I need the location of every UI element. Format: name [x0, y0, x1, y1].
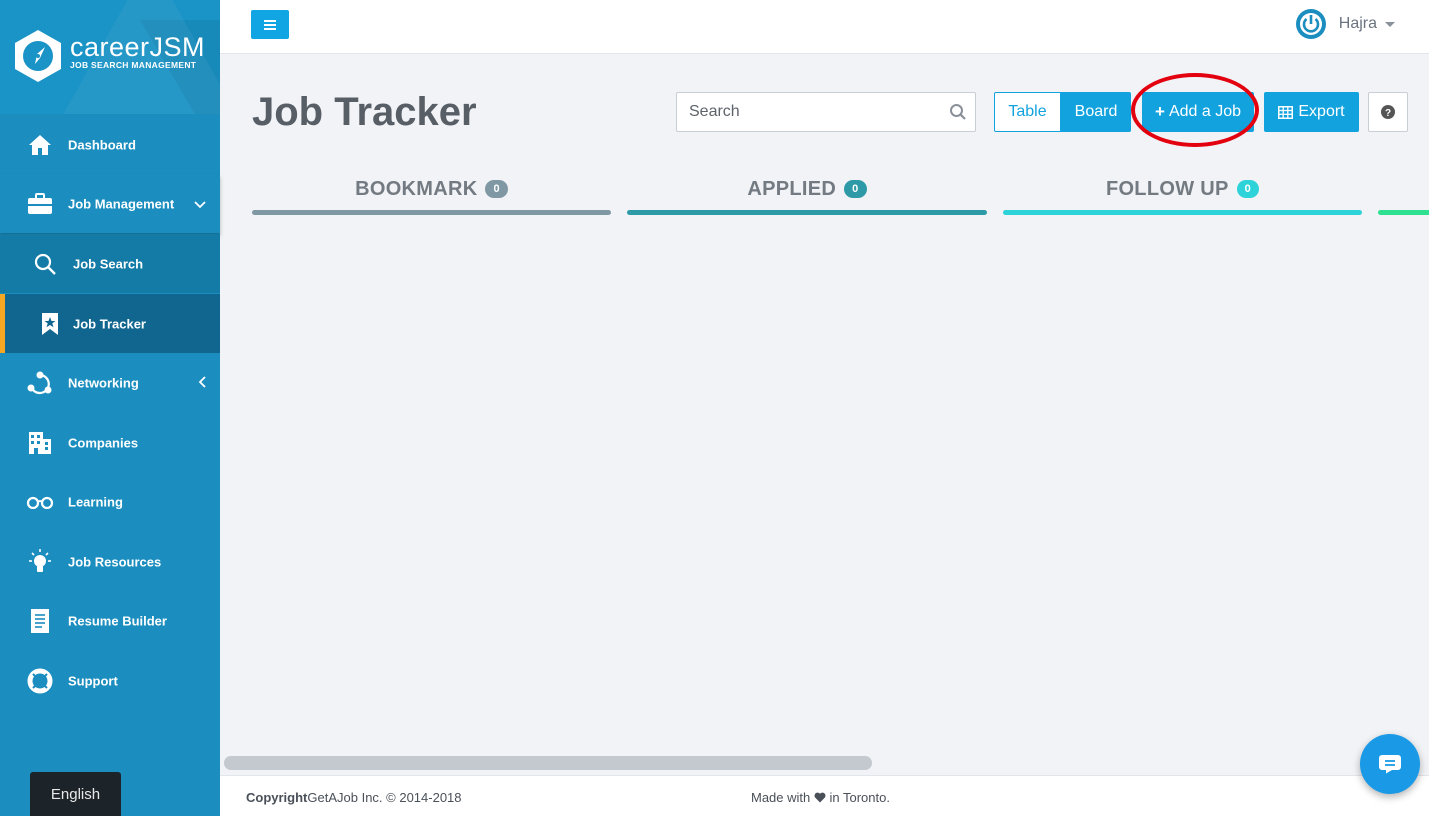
menu-toggle-button[interactable] — [251, 10, 289, 39]
building-icon — [26, 429, 54, 457]
column-bar — [627, 210, 987, 215]
add-job-label: Add a Job — [1168, 103, 1241, 120]
column-follow-up: FOLLOW UP 0 — [1003, 176, 1362, 216]
compass-logo-icon — [15, 30, 61, 82]
sidebar-item-label: Learning — [68, 494, 123, 509]
export-label: Export — [1298, 103, 1345, 120]
plus-icon: + — [1155, 102, 1165, 121]
sidebar-item-job-tracker[interactable]: Job Tracker — [0, 294, 220, 353]
column-title: BOOKMARK — [355, 178, 478, 200]
table-view-button[interactable]: Table — [994, 92, 1061, 132]
column-bar — [252, 210, 611, 215]
glasses-icon — [26, 488, 54, 516]
column-bookmark: BOOKMARK 0 — [252, 176, 611, 216]
lightbulb-icon — [26, 548, 54, 576]
column-title: APPLIED — [747, 178, 837, 200]
question-icon: ? — [1381, 105, 1395, 119]
briefcase-icon — [26, 190, 54, 218]
made-with-text: Made with — [751, 790, 811, 805]
table-icon — [1278, 105, 1294, 119]
sidebar-item-companies[interactable]: Companies — [0, 413, 220, 472]
sidebar-item-label: Dashboard — [68, 137, 136, 152]
chevron-down-icon — [194, 196, 206, 212]
home-icon — [26, 131, 54, 159]
logo[interactable]: careerJSM JOB SEARCH MANAGEMENT — [0, 0, 220, 114]
sidebar-item-job-management[interactable]: Job Management — [0, 174, 220, 233]
chat-icon — [1379, 755, 1401, 774]
board-view-button[interactable]: Board — [1061, 92, 1131, 132]
search-box — [676, 92, 976, 132]
bookmark-star-icon — [36, 310, 64, 338]
add-job-button[interactable]: + Add a Job — [1142, 92, 1254, 132]
column-title: FOLLOW UP — [1105, 178, 1229, 200]
sidebar-item-networking[interactable]: Networking — [0, 353, 220, 412]
copyright-text: GetAJob Inc. © 2014-2018 — [307, 790, 462, 805]
made-in-text: in Toronto. — [829, 790, 890, 805]
sidebar-item-resume-builder[interactable]: Resume Builder — [0, 591, 220, 650]
column-bar — [1378, 210, 1429, 215]
sidebar-item-job-resources[interactable]: Job Resources — [0, 532, 220, 591]
view-toggle: Table Board — [994, 92, 1131, 132]
page-title: Job Tracker — [252, 90, 477, 134]
horizontal-scrollbar[interactable] — [224, 756, 872, 770]
sidebar-item-label: Support — [68, 673, 118, 688]
sidebar-item-job-search[interactable]: Job Search — [0, 234, 220, 293]
count-badge: 0 — [485, 180, 508, 198]
hamburger-icon — [264, 19, 276, 30]
sidebar-item-label: Job Management — [68, 196, 175, 211]
caret-down-icon — [1385, 21, 1395, 27]
power-avatar-icon — [1295, 9, 1326, 39]
export-button[interactable]: Export — [1264, 92, 1359, 132]
language-selector[interactable]: English — [30, 772, 121, 816]
user-name: Hajra — [1338, 15, 1377, 32]
copyright-label: Copyright — [246, 790, 308, 805]
chevron-left-icon — [198, 375, 206, 391]
search-icon — [31, 250, 59, 278]
heart-icon — [814, 792, 826, 803]
chat-button[interactable] — [1360, 734, 1420, 794]
network-icon — [26, 369, 54, 397]
sidebar-item-label: Job Resources — [68, 554, 162, 569]
count-badge: 0 — [1236, 180, 1260, 198]
user-menu[interactable]: Hajra — [1295, 8, 1395, 40]
sidebar-item-label: Job Tracker — [73, 316, 146, 331]
sidebar-item-learning[interactable]: Learning — [0, 472, 220, 531]
sidebar-item-label: Resume Builder — [68, 613, 167, 628]
sidebar-item-label: Job Search — [73, 256, 144, 271]
brand-tagline: JOB SEARCH MANAGEMENT — [70, 60, 197, 70]
footer: CopyrightGetAJob Inc. © 2014-2018 Made w… — [220, 775, 1429, 816]
sidebar-item-label: Companies — [68, 435, 139, 450]
lifebuoy-icon — [26, 667, 54, 695]
search-input[interactable] — [677, 93, 937, 131]
search-icon — [950, 104, 966, 120]
brand-name: careerJSM — [70, 32, 206, 62]
count-badge: 0 — [844, 180, 867, 198]
document-icon — [26, 607, 54, 635]
column-bar — [1003, 210, 1362, 215]
help-button[interactable]: ? — [1368, 92, 1408, 132]
sidebar-item-label: Networking — [68, 375, 139, 390]
column-applied: APPLIED 0 — [627, 176, 987, 216]
sidebar-item-support[interactable]: Support — [0, 651, 220, 710]
sidebar: careerJSM JOB SEARCH MANAGEMENT Dashboar… — [0, 0, 220, 816]
column-next-partial — [1378, 176, 1429, 216]
sidebar-item-dashboard[interactable]: Dashboard — [0, 115, 220, 174]
svg-text:?: ? — [1385, 108, 1391, 119]
topbar: Hajra — [220, 0, 1429, 54]
